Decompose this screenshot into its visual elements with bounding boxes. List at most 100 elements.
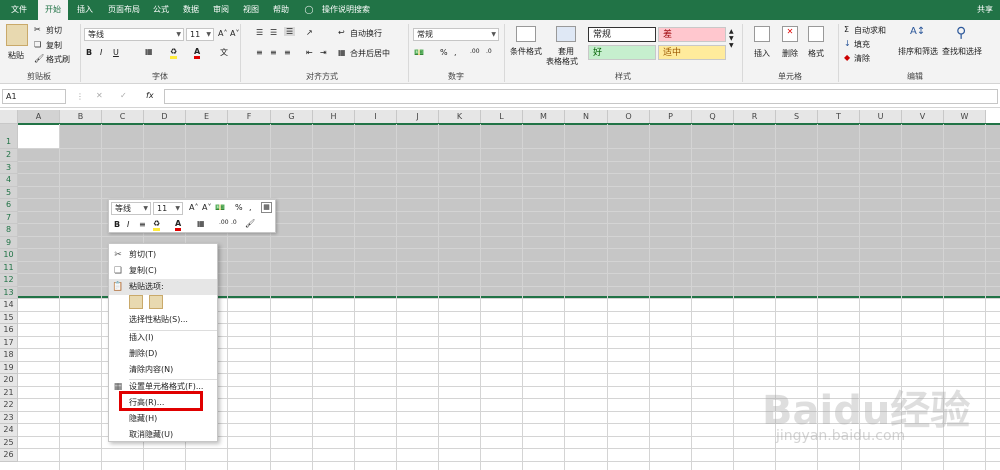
format-painter-icon[interactable]: 🖌 [245,219,255,228]
tab-formulas[interactable]: 公式 [148,0,174,20]
style-good[interactable]: 好 [588,45,656,60]
align-center-icon[interactable]: ≡ [139,220,146,229]
tab-view[interactable]: 视图 [238,0,264,20]
font-color-icon[interactable]: A [194,47,201,59]
row-header-18[interactable]: 18 [0,349,18,362]
decrease-font-icon[interactable]: A˅ [230,29,239,38]
font-name-combo[interactable]: 等线 ▼ [84,28,184,41]
increase-font-icon[interactable]: A˄ [189,203,198,212]
align-center-icon[interactable]: ≡ [270,48,277,57]
tell-me-search[interactable]: 操作说明搜索 [318,0,374,20]
formula-input[interactable] [164,89,998,104]
find-select-icon[interactable]: ⚲ [956,25,966,41]
conditional-format-button[interactable]: 条件格式 [510,46,542,57]
column-header-f[interactable]: F [228,110,271,124]
insert-function-icon[interactable]: fx [146,91,154,100]
row-header-14[interactable]: 14 [0,299,18,312]
column-header-o[interactable]: O [608,110,650,124]
increase-indent-icon[interactable]: ⇥ [320,48,327,57]
row-header-7[interactable]: 7 [0,211,18,224]
menu-item-copy[interactable]: ❏ 复制(C) [109,263,217,279]
sort-filter-icon[interactable]: A↕ [910,26,925,37]
mini-size-combo[interactable]: 11 ▼ [153,202,183,215]
menu-item-unhide[interactable]: 取消隐藏(U) [109,427,217,443]
style-normal[interactable]: 常规 [588,27,656,42]
borders-icon[interactable]: ▦ [197,219,205,228]
cut-button[interactable]: 剪切 [46,25,62,36]
active-cell-a1[interactable] [18,124,60,149]
column-header-k[interactable]: K [439,110,481,124]
column-header-t[interactable]: T [818,110,860,124]
insert-cells-icon[interactable] [754,26,770,42]
autosum-icon[interactable]: Σ [844,25,849,34]
tab-home[interactable]: 开始 [38,0,68,20]
row-header-9[interactable]: 9 [0,236,18,249]
conditional-format-icon[interactable] [516,26,536,42]
decrease-font-icon[interactable]: A˅ [202,203,211,212]
decrease-decimal-icon[interactable]: .0 [486,48,492,55]
share-button[interactable]: 共享 [970,0,1000,20]
column-header-c[interactable]: C [102,110,144,124]
mini-font-combo[interactable]: 等线 ▼ [111,202,151,215]
italic-icon[interactable]: I [100,48,102,57]
font-size-combo[interactable]: 11 ▼ [186,28,214,41]
row-header-26[interactable]: 26 [0,449,18,462]
menu-item-delete[interactable]: 删除(D) [109,346,217,362]
percent-icon[interactable]: % [235,203,243,212]
row-header-21[interactable]: 21 [0,386,18,399]
phonetic-icon[interactable]: 文 [220,47,228,58]
enter-icon[interactable]: ✓ [120,91,127,100]
fill-color-icon[interactable]: ♻ [170,47,178,59]
comma-icon[interactable]: , [454,48,457,57]
row-header-22[interactable]: 22 [0,399,18,412]
cancel-icon[interactable]: ✕ [96,91,103,100]
orientation-icon[interactable]: ↗ [306,28,313,37]
column-header-n[interactable]: N [565,110,608,124]
format-as-table-button-line2[interactable]: 表格格式 [546,56,578,67]
merge-center-icon[interactable]: ▦ [338,48,346,57]
currency-icon[interactable]: 💵 [414,48,424,57]
format-cells-icon[interactable]: ▦ [261,202,272,213]
row-header-2[interactable]: 2 [0,149,18,162]
delete-cells-button[interactable]: 删除 [782,48,798,59]
autosum-button[interactable]: 自动求和 [854,25,886,36]
bold-icon[interactable]: B [114,220,120,229]
row-header-16[interactable]: 16 [0,324,18,337]
style-bad[interactable]: 差 [658,27,726,42]
increase-decimal-icon[interactable]: .00 [470,48,480,55]
column-header-a[interactable]: A [18,110,60,124]
clear-button[interactable]: 清除 [854,53,870,64]
column-header-r[interactable]: R [734,110,776,124]
row-header-20[interactable]: 20 [0,374,18,387]
font-color-icon[interactable]: A [175,219,182,231]
paste-icon[interactable] [6,24,28,46]
row-header-11[interactable]: 11 [0,261,18,274]
style-neutral[interactable]: 适中 [658,45,726,60]
comma-icon[interactable]: , [249,203,252,212]
column-header-i[interactable]: I [355,110,397,124]
column-header-v[interactable]: V [902,110,944,124]
column-header-q[interactable]: Q [692,110,734,124]
column-header-e[interactable]: E [186,110,228,124]
format-cells-button[interactable]: 格式 [808,48,824,59]
align-right-icon[interactable]: ≡ [284,48,291,57]
insert-cells-button[interactable]: 插入 [754,48,770,59]
name-box[interactable]: A1 [2,89,66,104]
italic-icon[interactable]: I [127,220,129,229]
row-header-1[interactable]: 1 [0,124,18,149]
menu-item-cut[interactable]: ✂ 剪切(T) [109,247,217,263]
fill-button[interactable]: 填充 [854,39,870,50]
row-header-5[interactable]: 5 [0,186,18,199]
tab-insert[interactable]: 插入 [72,0,98,20]
styles-scroll-icon[interactable]: ▲ ▼ ▼ [729,28,734,49]
wrap-text-icon[interactable]: ↩ [338,28,345,37]
underline-icon[interactable]: U [113,48,119,57]
align-bottom-icon[interactable]: ☰ [284,27,296,36]
sort-filter-button[interactable]: 排序和筛选 [898,46,938,57]
column-header-h[interactable]: H [313,110,355,124]
row-header-24[interactable]: 24 [0,424,18,437]
percent-icon[interactable]: % [440,48,448,57]
fill-icon[interactable]: ↓ [844,39,851,48]
row-header-10[interactable]: 10 [0,249,18,262]
number-format-combo[interactable]: 常规 ▼ [413,28,499,41]
